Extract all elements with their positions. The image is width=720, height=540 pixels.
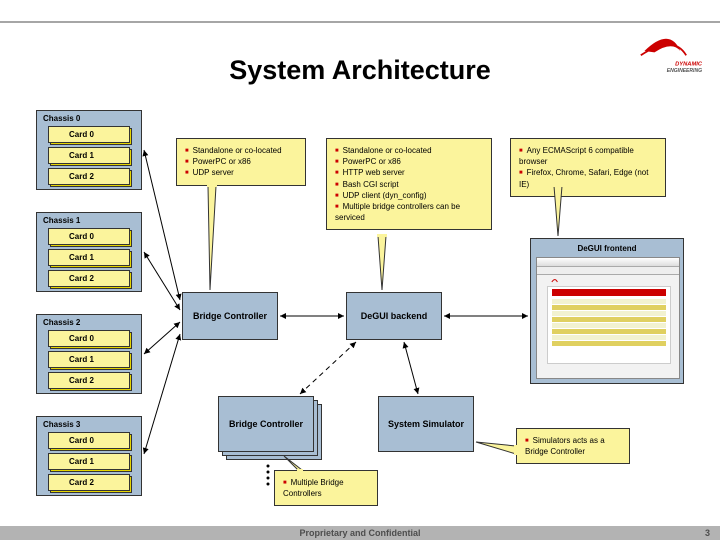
chassis-2: Chassis 2 Card 0 Card 1 Card 2 [36,314,142,394]
system-simulator-box: System Simulator [378,396,474,452]
card: Card 2 [48,372,130,389]
card: Card 1 [48,249,130,266]
footer: Proprietary and Confidential 3 [0,526,720,540]
card: Card 0 [48,126,130,143]
bridge-controller-box: Bridge Controller [182,292,278,340]
page-title: System Architecture [0,55,720,86]
note-frontend: Any ECMAScript 6 compatible browserFiref… [510,138,666,197]
note-bridge: Standalone or co-locatedPowerPC or x86UD… [176,138,306,186]
bridge-controller-stack: Bridge Controller [218,396,314,452]
degui-frontend-panel: DeGUI frontend [530,238,684,384]
card: Card 1 [48,453,130,470]
note-simulator: Simulators acts as a Bridge Controller [516,428,630,464]
page-number: 3 [705,528,710,538]
degui-backend-box: DeGUI backend [346,292,442,340]
chassis-title: Chassis 2 [43,318,135,327]
browser-mock [536,257,680,379]
chassis-title: Chassis 3 [43,420,135,429]
top-rule [0,21,720,23]
footer-text: Proprietary and Confidential [0,528,720,538]
chassis-title: Chassis 0 [43,114,135,123]
card: Card 0 [48,228,130,245]
chassis-title: Chassis 1 [43,216,135,225]
svg-text:DYNAMIC: DYNAMIC [675,61,702,67]
frontend-label: DeGUI frontend [536,244,678,253]
card: Card 0 [48,330,130,347]
note-backend: Standalone or co-locatedPowerPC or x86HT… [326,138,492,230]
card: Card 2 [48,168,130,185]
chassis-0: Chassis 0 Card 0 Card 1 Card 2 [36,110,142,190]
card: Card 2 [48,474,130,491]
svg-text:ENGINEERING: ENGINEERING [667,68,702,74]
card: Card 0 [48,432,130,449]
chassis-3: Chassis 3 Card 0 Card 1 Card 2 [36,416,142,496]
company-logo: DYNAMIC ENGINEERING [630,30,702,82]
note-multi-bridge: Multiple Bridge Controllers [274,470,378,506]
chassis-1: Chassis 1 Card 0 Card 1 Card 2 [36,212,142,292]
card: Card 2 [48,270,130,287]
card: Card 1 [48,351,130,368]
card: Card 1 [48,147,130,164]
